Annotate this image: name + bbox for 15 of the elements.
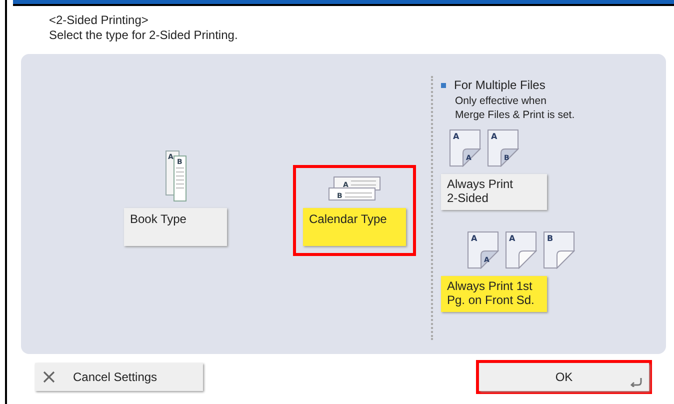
dialog-title: <2-Sided Printing>	[49, 13, 150, 28]
page-icon: B	[543, 231, 575, 269]
page-icon: A	[505, 231, 537, 269]
return-icon	[629, 377, 643, 387]
file-option[interactable]: Always Print 1st Pg. on Front Sd.	[441, 276, 547, 312]
cancel-settings-button[interactable]: Cancel Settings	[35, 363, 203, 391]
ok-button[interactable]: OK	[479, 363, 649, 391]
note-text: Only effective when Merge Files & Print is set.	[454, 94, 576, 122]
type-option[interactable]: Calendar Type	[303, 208, 406, 246]
file-option[interactable]: Always Print 2-Sided	[441, 174, 547, 210]
instruction-text: Select the type for 2-Sided Printing.	[49, 28, 239, 43]
type-option[interactable]: Book Type	[124, 208, 227, 246]
close-icon	[43, 371, 55, 383]
section-heading: For Multiple Files	[454, 78, 546, 92]
bullet-icon	[441, 82, 446, 88]
